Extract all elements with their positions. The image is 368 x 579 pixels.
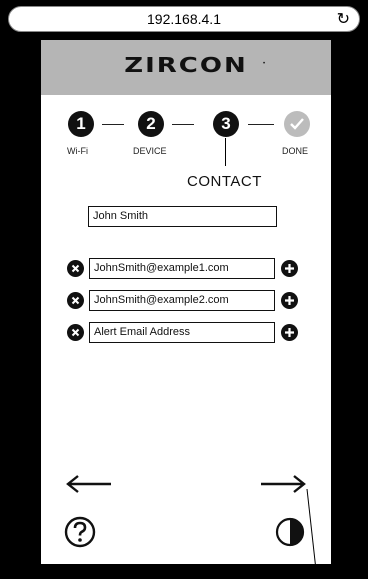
annotation-line <box>306 488 318 579</box>
